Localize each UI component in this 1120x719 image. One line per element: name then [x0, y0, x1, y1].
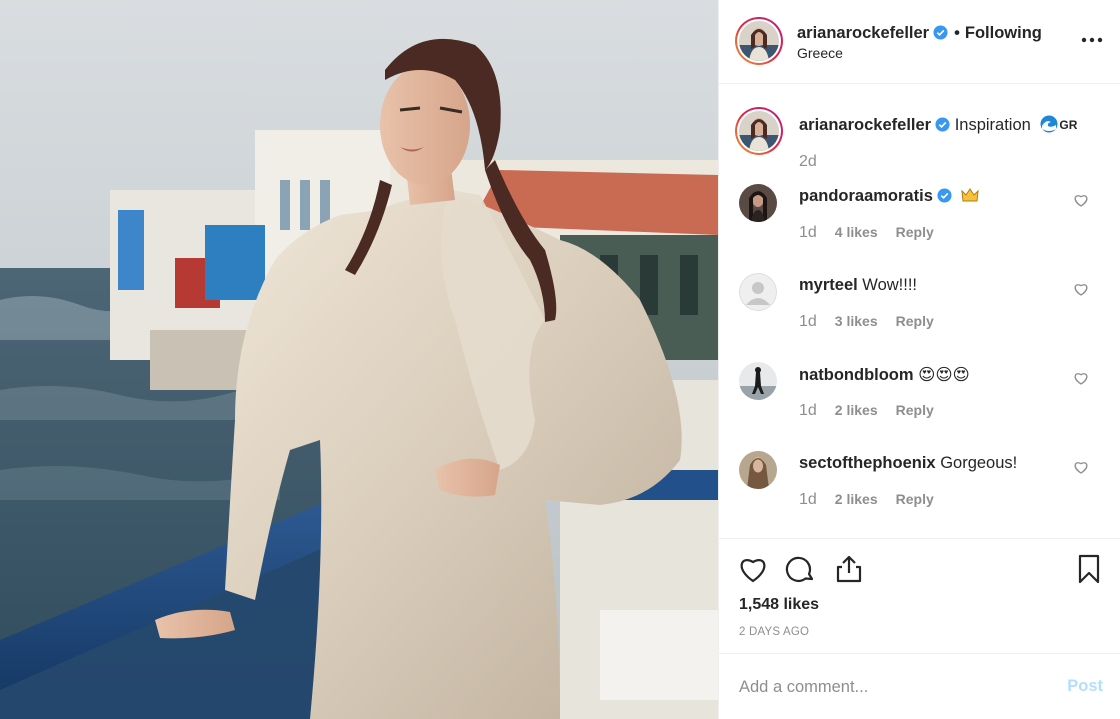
comment-input[interactable] [739, 673, 1039, 701]
commenter-avatar[interactable] [739, 362, 777, 400]
caption-username[interactable]: arianarockefeller [799, 116, 931, 134]
commenter-avatar[interactable] [739, 451, 777, 489]
like-heart-icon[interactable] [737, 553, 769, 585]
reply-button[interactable]: Reply [896, 491, 934, 507]
heart-icon[interactable] [1073, 459, 1089, 475]
caption-text: Inspiration [954, 116, 1031, 134]
flag-emoji: GR [1059, 118, 1078, 132]
comment-username[interactable]: natbondbloom [799, 366, 914, 384]
commenter-avatar[interactable] [739, 184, 777, 222]
post-header: arianarockefeller • Following Greece [719, 0, 1120, 84]
comment-age[interactable]: 1d [799, 402, 817, 419]
author-avatar[interactable] [735, 17, 783, 65]
author-username[interactable]: arianarockefeller [797, 24, 929, 42]
reply-button[interactable]: Reply [896, 402, 934, 418]
reply-button[interactable]: Reply [896, 224, 934, 240]
post-actions: 1,548 likes 2 DAYS AGO [719, 538, 1120, 653]
more-options-icon[interactable] [1081, 32, 1103, 48]
crown-emoji-icon [961, 188, 980, 202]
reply-button[interactable]: Reply [896, 313, 934, 329]
comment-likes[interactable]: 2 likes [835, 491, 878, 507]
wave-emoji-icon [1040, 115, 1058, 133]
verified-badge-icon [937, 188, 952, 203]
comment-item: pandoraamoratis 1d 4 likes Reply [719, 172, 1120, 261]
post-image [0, 0, 718, 719]
comment-likes[interactable]: 3 likes [835, 313, 878, 329]
post-comment-button[interactable]: Post [1067, 677, 1103, 696]
comment-age[interactable]: 1d [799, 224, 817, 241]
comment-item: sectofthephoenix Gorgeous! 1d 2 likes Repl… [719, 439, 1120, 528]
comment-username[interactable]: sectofthephoenix [799, 454, 936, 472]
comment-text: Gorgeous! [940, 454, 1018, 472]
add-comment-bar: Post [719, 653, 1120, 719]
heart-icon[interactable] [1073, 281, 1089, 297]
comment-icon[interactable] [785, 553, 817, 585]
post-location[interactable]: Greece [797, 45, 843, 61]
comment-text: Wow!!!! [862, 276, 918, 294]
post-sidebar: arianarockefeller • Following Greece ari… [718, 0, 1120, 719]
post-photo[interactable] [0, 0, 718, 719]
comment-item: myrteel Wow!!!! 1d 3 likes Reply [719, 261, 1120, 350]
comment-likes[interactable]: 2 likes [835, 402, 878, 418]
following-button[interactable]: Following [965, 24, 1042, 42]
likes-count[interactable]: 1,548 likes [739, 596, 819, 614]
comments-list[interactable]: arianarockefeller Inspiration GR 2d pand… [719, 85, 1120, 537]
verified-badge-icon [933, 25, 948, 40]
share-icon[interactable] [833, 553, 865, 585]
caption-avatar[interactable] [735, 107, 783, 155]
verified-badge-icon [935, 117, 950, 132]
comment-username[interactable]: pandoraamoratis [799, 187, 933, 205]
heart-icon[interactable] [1073, 370, 1089, 386]
comment-username[interactable]: myrteel [799, 276, 858, 294]
heart-icon[interactable] [1073, 192, 1089, 208]
caption-time[interactable]: 2d [799, 153, 817, 171]
commenter-avatar[interactable] [739, 273, 777, 311]
separator-dot: • [954, 24, 960, 42]
post-age[interactable]: 2 DAYS AGO [739, 626, 809, 638]
comment-age[interactable]: 1d [799, 491, 817, 508]
comment-item: natbondbloom 😍😍😍 1d 2 likes Reply [719, 350, 1120, 439]
comment-age[interactable]: 1d [799, 313, 817, 330]
comment-text: 😍😍😍 [918, 366, 970, 384]
comment-likes[interactable]: 4 likes [835, 224, 878, 240]
bookmark-icon[interactable] [1073, 553, 1105, 585]
